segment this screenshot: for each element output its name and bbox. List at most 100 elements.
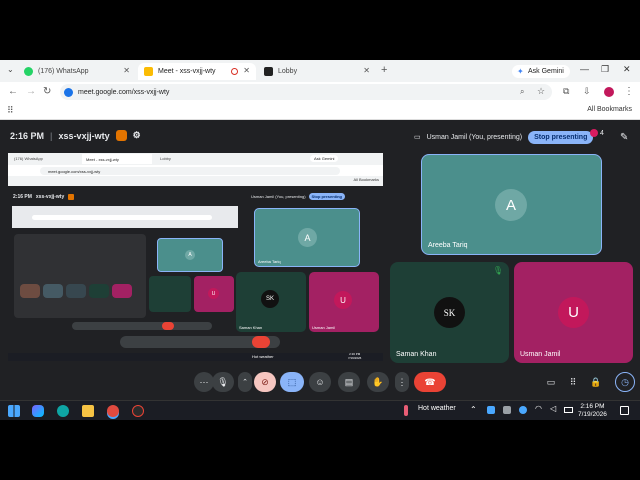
copilot-icon[interactable] [32, 405, 44, 417]
windows-start-icon[interactable] [8, 405, 20, 417]
weather-text[interactable]: Hot weather [418, 405, 456, 412]
participants-indicator[interactable]: 4 [590, 129, 604, 137]
ask-gemini-button[interactable]: Ask Gemini [512, 65, 570, 78]
microphone-button[interactable]: 🎙 [212, 372, 234, 392]
presenting-banner: ▭ Usman Jamil (You, presenting) Stop pre… [414, 129, 594, 145]
edge-icon[interactable] [57, 405, 69, 417]
tile-saman-khan[interactable]: SK 🎙 Saman Khan [390, 262, 509, 363]
shared-meeting-header: 2:16 PM xss-vxjj-wty [13, 194, 75, 200]
shared-clock: 2:16 PM 7/19/2026 [348, 352, 361, 360]
new-tab-button[interactable]: + [381, 64, 387, 76]
shared-tile-usman: U Usman Jamil [309, 272, 379, 332]
activities-button[interactable]: ⠿ [565, 372, 581, 392]
tray-chevron-icon[interactable]: ⌃ [470, 405, 477, 414]
people-icon [590, 129, 598, 137]
address-bar[interactable]: meet.google.com/xss-vxjj-wty [60, 84, 552, 100]
emoji-button[interactable]: ☺ [309, 372, 331, 392]
close-tab-icon[interactable]: ✕ [363, 66, 370, 75]
tab-whatsapp[interactable]: (176) WhatsApp ✕ [18, 63, 136, 80]
file-explorer-icon[interactable] [82, 405, 94, 417]
search-icon[interactable]: ⌕ [520, 87, 524, 97]
shared-ask-gemini: Ask Gemini [310, 155, 339, 162]
areeba-name: Areeba Tariq [428, 242, 468, 249]
shared-areeba-initial: A [304, 232, 311, 243]
whatsapp-icon [24, 67, 33, 76]
more-actions-button[interactable]: ⋮ [395, 372, 409, 392]
shared-end-call [252, 336, 270, 348]
nested-image-4 [89, 284, 109, 298]
companion-button[interactable]: ◷ [615, 372, 635, 392]
profile-avatar[interactable] [604, 87, 614, 97]
wifi-icon[interactable]: ◠ [535, 404, 542, 413]
notifications-icon[interactable] [620, 406, 629, 415]
app-icon[interactable] [132, 405, 144, 417]
tile-areeba-tariq[interactable]: A Areeba Tariq [421, 154, 602, 255]
reload-icon[interactable]: ↻ [43, 86, 51, 97]
nested-end-call [162, 322, 174, 330]
tab-meet[interactable]: Meet - xss-vxjj-wty ✕ [138, 63, 256, 80]
close-tab-icon[interactable]: ✕ [243, 66, 250, 75]
shared-areeba-avatar: A [298, 228, 317, 247]
desktop-screen: ⌄ (176) WhatsApp ✕ Meet - xss-vxjj-wty ✕… [0, 0, 640, 480]
tile-usman-jamil[interactable]: U Usman Jamil [514, 262, 633, 363]
tab-label: Lobby [278, 68, 298, 75]
shared-presenting-label: Usman Jamil (You, presenting) [251, 194, 306, 199]
downloads-icon[interactable]: ⇩ [583, 86, 591, 97]
nested-image-5 [112, 284, 132, 298]
maximize-button[interactable]: ❐ [601, 64, 609, 75]
tray-app-icon[interactable] [487, 406, 495, 414]
sparkle-icon[interactable]: ✎ [620, 132, 628, 143]
ask-gemini-label: Ask Gemini [528, 68, 564, 75]
shared-weather: Hot weather [252, 354, 274, 359]
apps-grid-icon[interactable]: ⠿ [7, 105, 14, 116]
battery-icon[interactable] [564, 407, 573, 413]
tray-cloud-icon[interactable] [519, 406, 527, 414]
host-badge-icon [115, 130, 127, 141]
extensions-icon[interactable]: ⧉ [563, 86, 569, 97]
site-info-icon[interactable] [64, 88, 73, 97]
present-screen-button[interactable]: ⬚ [280, 372, 304, 392]
end-call-button[interactable]: ☎ [414, 372, 446, 392]
more-options-button[interactable]: ⋯ [194, 372, 214, 392]
all-bookmarks-link[interactable]: All Bookmarks [587, 106, 632, 113]
forward-icon[interactable]: → [26, 86, 36, 97]
captions-button[interactable]: ▤ [338, 372, 360, 392]
tab-lobby[interactable]: Lobby ✕ [258, 63, 376, 80]
shared-browser-chrome: (176) WhatsApp Meet - xss-vxjj-wty Lobby… [8, 153, 383, 186]
gear-icon[interactable]: ⚙ [133, 130, 141, 141]
menu-icon[interactable]: ⋮ [624, 86, 634, 97]
chat-button[interactable]: ▭ [543, 372, 559, 392]
usman-name: Usman Jamil [520, 351, 561, 358]
taskbar-clock[interactable]: 2:16 PM 7/19/2026 [578, 403, 607, 419]
tab-search-icon[interactable]: ⌄ [7, 65, 14, 74]
host-controls-button[interactable]: 🔒 [588, 372, 604, 392]
presenting-label: Usman Jamil (You, presenting) [426, 133, 523, 141]
bookmark-star-icon[interactable]: ☆ [537, 86, 545, 97]
windows-taskbar: Hot weather ⌃ ◠ ◁ 2:16 PM 7/19/2026 [0, 400, 640, 420]
nested-image-1 [20, 284, 40, 298]
shared-time: 2:16 PM [13, 194, 32, 200]
tray-chat-icon[interactable] [503, 406, 511, 414]
shared-host-badge-icon [68, 194, 75, 200]
shared-nav: meet.google.com/xss-vxjj-wty [8, 165, 383, 176]
stop-presenting-button[interactable]: Stop presenting [528, 130, 594, 144]
close-window-button[interactable]: ✕ [623, 64, 631, 75]
participants-count: 4 [600, 129, 604, 137]
camera-options-button[interactable]: ⌃ [238, 372, 252, 392]
shared-usman-initial: U [340, 295, 346, 305]
chrome-icon[interactable] [107, 405, 119, 417]
nested-shared-area [14, 234, 146, 318]
volume-icon[interactable]: ◁ [550, 404, 556, 413]
muted-mic-icon: 🎙 [492, 266, 503, 275]
weather-icon [404, 405, 408, 416]
close-tab-icon[interactable]: ✕ [123, 66, 130, 75]
shared-presenting-banner: Usman Jamil (You, presenting) Stop prese… [251, 193, 345, 200]
minimize-button[interactable]: — [580, 64, 589, 74]
shared-taskbar [8, 353, 383, 361]
camera-off-button[interactable]: ⊘ [254, 372, 276, 392]
raise-hand-button[interactable]: ✋ [367, 372, 389, 392]
nested-areeba-avatar: A [185, 250, 195, 260]
back-icon[interactable]: ← [8, 86, 18, 97]
lobby-icon [264, 67, 273, 76]
saman-name: Saman Khan [396, 351, 437, 358]
